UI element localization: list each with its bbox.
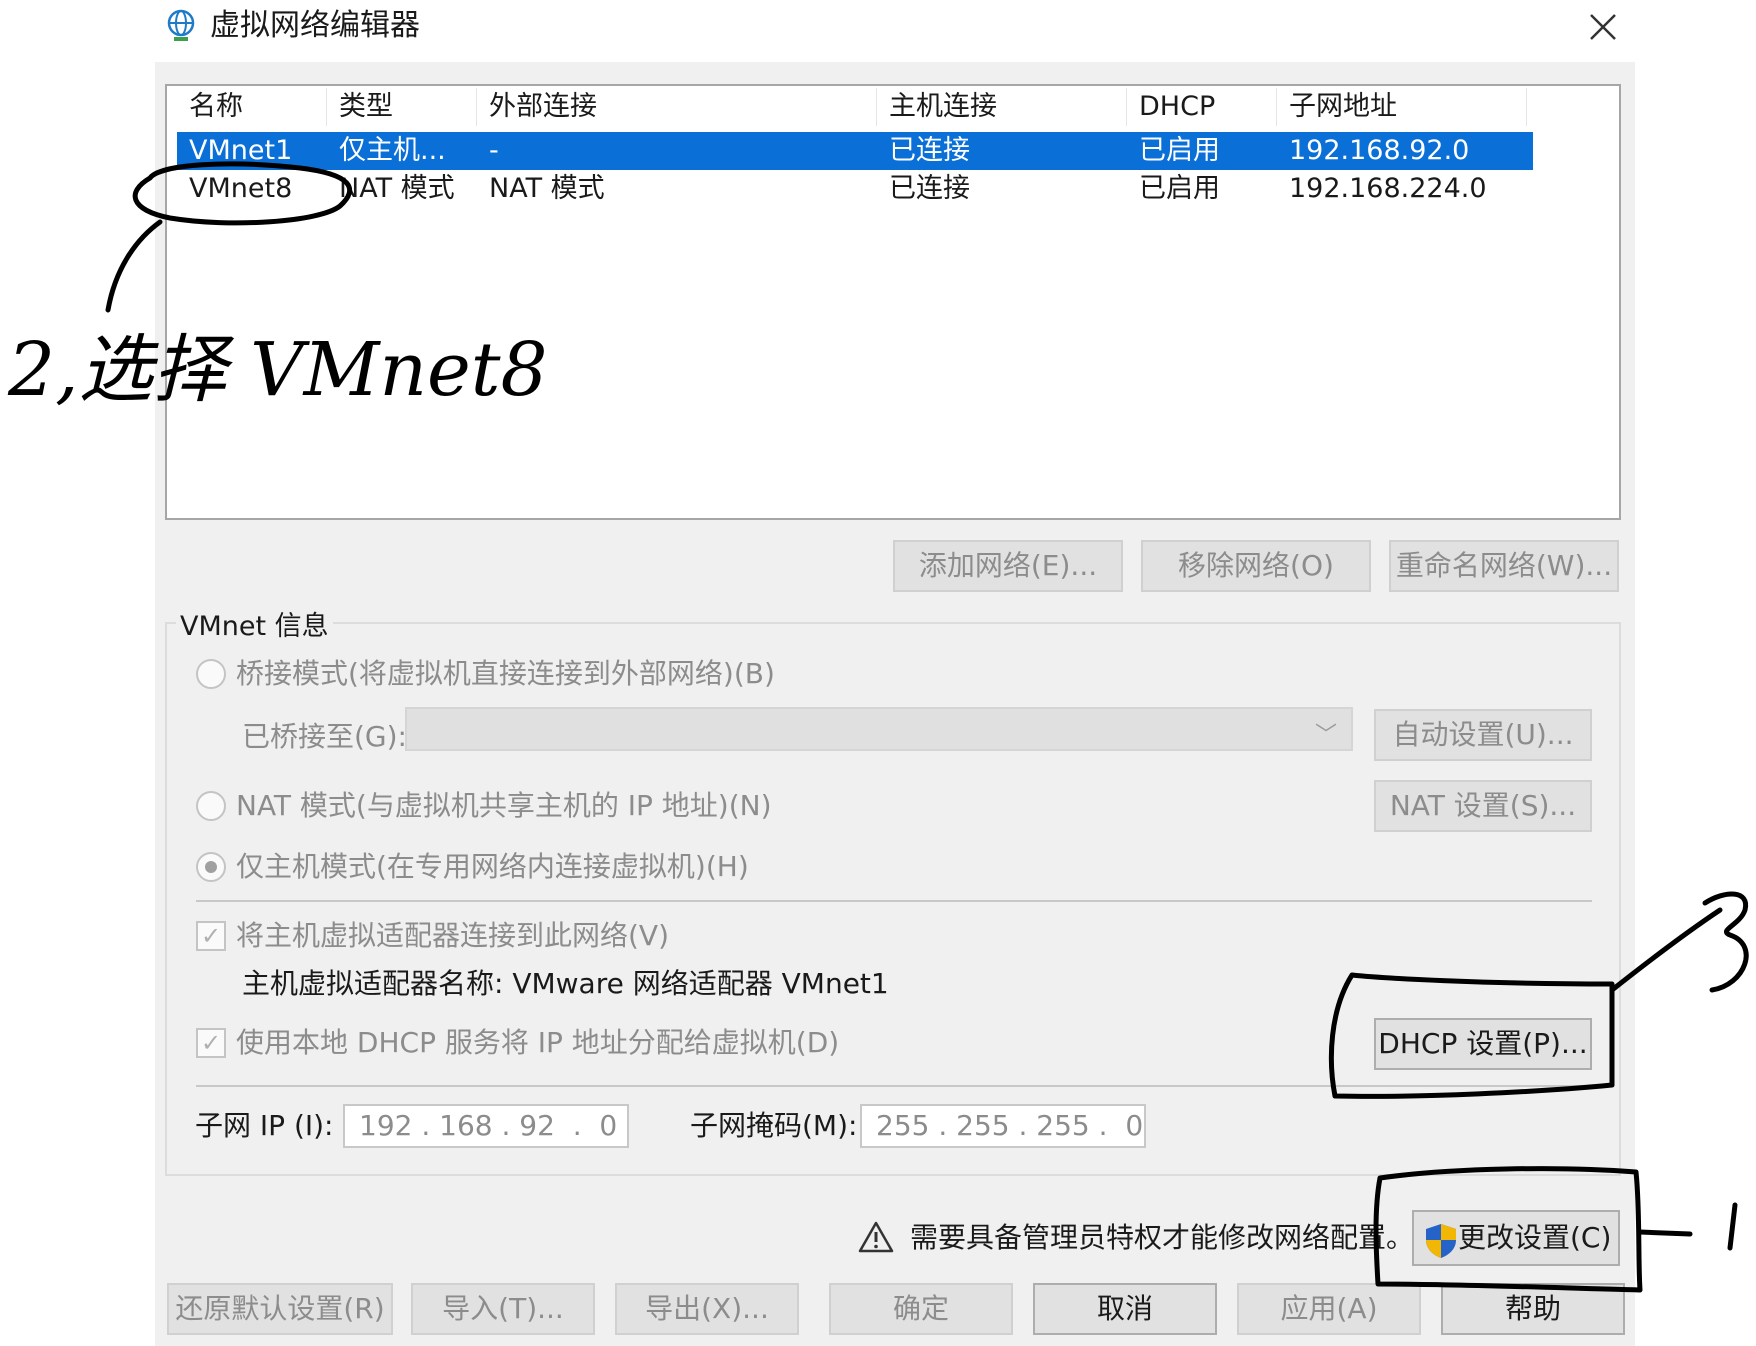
annotation-digit-3 (1702, 891, 1749, 993)
cell-subnet: 192.168.92.0 (1289, 135, 1470, 166)
column-header-host[interactable]: 主机连接 (877, 88, 1127, 126)
divider (196, 1085, 1592, 1087)
connect-adapter-checkbox[interactable]: ✓ (196, 921, 226, 951)
subnet-ip-label: 子网 IP (I): (195, 1109, 334, 1142)
vmnet-info-group (165, 622, 1621, 1176)
column-header-name[interactable]: 名称 (177, 88, 327, 126)
ok-button[interactable]: 确定 (829, 1283, 1013, 1335)
help-button[interactable]: 帮助 (1441, 1283, 1625, 1335)
bridge-mode-radio[interactable] (196, 659, 226, 689)
auto-settings-button[interactable]: 自动设置(U)... (1374, 709, 1592, 761)
chevron-down-icon: ﹀ (1314, 723, 1337, 748)
annotation-leader-1 (1637, 1229, 1693, 1237)
nat-mode-radio[interactable] (196, 791, 226, 821)
globe-network-icon (163, 7, 199, 43)
cell-name: VMnet1 (189, 135, 293, 166)
change-settings-label: 更改设置(C) (1458, 1221, 1612, 1254)
network-table[interactable]: 名称 类型 外部连接 主机连接 DHCP 子网地址 VMnet1 仅主机... … (165, 84, 1621, 520)
uac-shield-icon (1424, 1223, 1458, 1276)
cell-host: 已连接 (889, 173, 970, 204)
cell-host: 已连接 (889, 135, 970, 166)
restore-defaults-button[interactable]: 还原默认设置(R) (167, 1283, 393, 1335)
annotation-digit-1 (1727, 1202, 1738, 1251)
window-title: 虚拟网络编辑器 (210, 8, 420, 43)
nat-settings-button[interactable]: NAT 设置(S)... (1374, 780, 1592, 832)
dhcp-label: 使用本地 DHCP 服务将 IP 地址分配给虚拟机(D) (236, 1026, 840, 1059)
column-header-external[interactable]: 外部连接 (477, 88, 877, 126)
change-settings-button[interactable]: 更改设置(C) (1412, 1210, 1620, 1266)
table-row[interactable]: VMnet1 仅主机... - 已连接 已启用 192.168.92.0 (177, 132, 1533, 170)
column-header-dhcp[interactable]: DHCP (1127, 88, 1277, 126)
add-network-button[interactable]: 添加网络(E)... (893, 540, 1123, 592)
dhcp-checkbox[interactable]: ✓ (196, 1028, 226, 1058)
cell-subnet: 192.168.224.0 (1289, 173, 1487, 204)
vmnet-info-label: VMnet 信息 (176, 604, 333, 643)
bridge-mode-label: 桥接模式(将虚拟机直接连接到外部网络)(B) (236, 657, 775, 690)
bridged-to-label: 已桥接至(G): (242, 720, 407, 753)
subnet-ip-input[interactable]: 192 . 168 . 92 . 0 (343, 1104, 629, 1148)
cell-external: NAT 模式 (489, 173, 605, 204)
column-header-subnet[interactable]: 子网地址 (1277, 88, 1527, 126)
close-button[interactable] (1580, 4, 1626, 50)
remove-network-button[interactable]: 移除网络(O) (1141, 540, 1371, 592)
host-only-label: 仅主机模式(在专用网络内连接虚拟机)(H) (236, 850, 749, 883)
bridged-to-select[interactable]: ﹀ (405, 707, 1353, 751)
dhcp-settings-button[interactable]: DHCP 设置(P)... (1374, 1018, 1592, 1070)
cell-external: - (489, 135, 499, 166)
subnet-mask-label: 子网掩码(M): (690, 1109, 858, 1142)
annotation-leader-2 (105, 219, 163, 313)
admin-notice-text: 需要具备管理员特权才能修改网络配置。 (910, 1221, 1415, 1254)
cancel-button[interactable]: 取消 (1033, 1283, 1217, 1335)
cell-type: NAT 模式 (339, 173, 455, 204)
cell-name: VMnet8 (189, 173, 293, 204)
export-button[interactable]: 导出(X)... (615, 1283, 799, 1335)
import-button[interactable]: 导入(T)... (411, 1283, 595, 1335)
close-icon (1590, 14, 1616, 40)
table-row[interactable]: VMnet8 NAT 模式 NAT 模式 已连接 已启用 192.168.224… (177, 170, 1533, 208)
cell-dhcp: 已启用 (1139, 173, 1220, 204)
warning-icon (858, 1220, 894, 1254)
column-header-type[interactable]: 类型 (327, 88, 477, 126)
host-only-radio[interactable] (196, 852, 226, 882)
nat-mode-label: NAT 模式(与虚拟机共享主机的 IP 地址)(N) (236, 789, 772, 822)
connect-adapter-label: 将主机虚拟适配器连接到此网络(V) (236, 919, 670, 952)
divider (196, 900, 1592, 902)
rename-network-button[interactable]: 重命名网络(W)... (1389, 540, 1619, 592)
apply-button[interactable]: 应用(A) (1237, 1283, 1421, 1335)
subnet-mask-input[interactable]: 255 . 255 . 255 . 0 (860, 1104, 1146, 1148)
cell-type: 仅主机... (339, 135, 446, 166)
cell-dhcp: 已启用 (1139, 135, 1220, 166)
adapter-name-label: 主机虚拟适配器名称: VMware 网络适配器 VMnet1 (242, 967, 889, 1000)
